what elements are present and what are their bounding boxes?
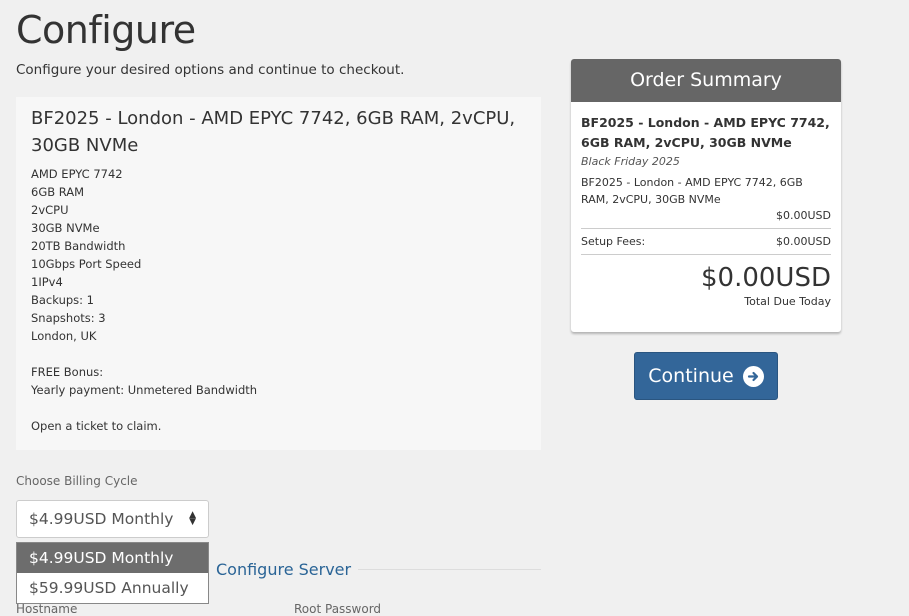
product-description-line: 20TB Bandwidth [31, 239, 126, 253]
product-description-line: London, UK [31, 329, 97, 343]
product-description-line: Yearly payment: Unmetered Bandwidth [31, 383, 258, 397]
continue-button-label: Continue [648, 365, 734, 387]
summary-line-price: $0.00USD [776, 209, 831, 222]
setup-fees-label: Setup Fees: [581, 235, 646, 248]
summary-divider [581, 254, 831, 255]
product-description: AMD EPYC 7742 6GB RAM 2vCPU 30GB NVMe 20… [31, 165, 526, 435]
product-description-line: 2vCPU [31, 203, 69, 217]
hostname-label: Hostname [16, 602, 78, 616]
arrow-circle-right-icon [742, 365, 764, 387]
product-description-line: Snapshots: 3 [31, 311, 106, 325]
product-description-line: 30GB NVMe [31, 221, 100, 235]
product-info-panel: BF2025 - London - AMD EPYC 7742, 6GB RAM… [16, 97, 541, 450]
select-arrows-icon: ▲ ▼ [189, 510, 196, 527]
billing-cycle-select[interactable]: $4.99USD Monthly ▲ ▼ [16, 500, 209, 538]
total-due-label: Total Due Today [744, 295, 831, 308]
summary-divider [581, 228, 831, 229]
product-description-line: 10Gbps Port Speed [31, 257, 142, 271]
continue-button[interactable]: Continue [634, 352, 778, 400]
product-description-line [31, 399, 526, 417]
setup-fees-row: Setup Fees: $0.00USD [581, 235, 831, 248]
root-password-label: Root Password [294, 602, 382, 616]
summary-product-group: Black Friday 2025 [581, 155, 680, 168]
order-summary-header: Order Summary [571, 59, 841, 102]
page-subtitle: Configure your desired options and conti… [16, 62, 405, 78]
billing-option-annually[interactable]: $59.99USD Annually [17, 573, 208, 603]
product-description-line: AMD EPYC 7742 [31, 167, 123, 181]
summary-product-name: BF2025 - London - AMD EPYC 7742, 6GB RAM… [581, 115, 830, 150]
product-description-line: 1IPv4 [31, 275, 63, 289]
setup-fees-value: $0.00USD [776, 235, 831, 248]
summary-line-item: BF2025 - London - AMD EPYC 7742, 6GB RAM… [581, 176, 803, 206]
billing-cycle-dropdown[interactable]: $4.99USD Monthly $59.99USD Annually [16, 542, 209, 604]
billing-cycle-selected-value: $4.99USD Monthly [29, 510, 174, 528]
page-title: Configure [16, 8, 196, 52]
configure-server-heading: Configure Server [216, 560, 352, 579]
product-name: BF2025 - London - AMD EPYC 7742, 6GB RAM… [31, 108, 516, 156]
product-description-line: 6GB RAM [31, 185, 85, 199]
section-divider [358, 569, 541, 570]
billing-option-monthly[interactable]: $4.99USD Monthly [17, 543, 208, 573]
billing-cycle-label: Choose Billing Cycle [16, 474, 138, 488]
order-summary-panel: Order Summary BF2025 - London - AMD EPYC… [571, 59, 841, 332]
product-description-line: Open a ticket to claim. [31, 419, 162, 433]
product-description-line: Backups: 1 [31, 293, 94, 307]
total-due-amount: $0.00USD [701, 263, 831, 293]
product-description-line [31, 345, 526, 363]
product-description-line: FREE Bonus: [31, 365, 104, 379]
